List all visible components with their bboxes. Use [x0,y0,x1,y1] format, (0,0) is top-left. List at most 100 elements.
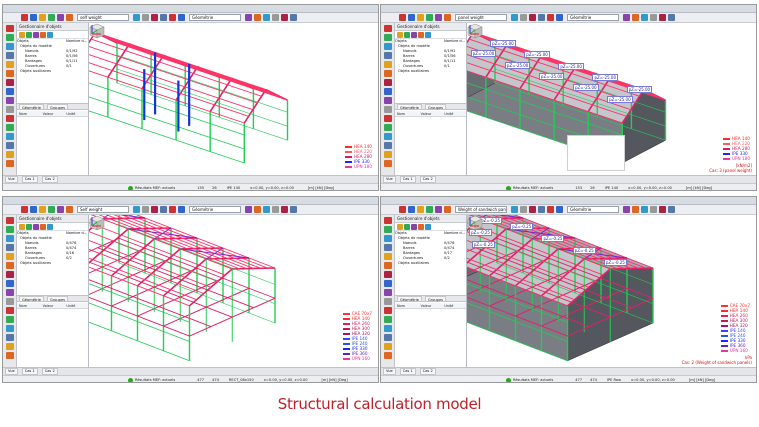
toolbar-tool-icon[interactable] [39,206,46,213]
tree-item[interactable]: Objets auxiliaires [395,261,466,266]
toolbar-tool-icon[interactable] [623,14,630,21]
palette-tool-icon[interactable] [5,43,14,50]
palette-tool-icon[interactable] [383,52,392,59]
palette-tool-icon[interactable] [5,106,14,113]
model-viewport[interactable]: pZ=-25.00 pZ=-25.00 pZ=-25.00 pZ=-25.00 pZ=-… [467,23,756,175]
toolbar-tool-icon[interactable] [547,14,554,21]
view-tab[interactable]: Cas 2 [419,368,436,375]
palette-tool-icon[interactable] [383,61,392,68]
toolbar-tool-icon[interactable] [290,14,297,21]
panel-tool-icon[interactable] [26,32,32,38]
palette-tool-icon[interactable] [5,25,14,32]
panel-tool-icon[interactable] [47,32,53,38]
palette-tool-icon[interactable] [5,52,14,59]
palette-tool-icon[interactable] [383,70,392,77]
palette-tool-icon[interactable] [383,271,392,278]
palette-tool-icon[interactable] [5,334,14,341]
toolbar-tool-icon[interactable] [290,206,297,213]
view-mode-combo[interactable]: Géométrie [567,14,619,21]
toolbar-tool-icon[interactable] [133,14,140,21]
palette-tool-icon[interactable] [383,325,392,332]
palette-tool-icon[interactable] [5,151,14,158]
palette-tool-icon[interactable] [5,352,14,359]
palette-tool-icon[interactable] [383,289,392,296]
palette-tool-icon[interactable] [383,334,392,341]
toolbar-tool-icon[interactable] [151,14,158,21]
toolbar-tool-icon[interactable] [66,206,73,213]
panel-tab[interactable]: Géométrie [397,104,423,110]
palette-tool-icon[interactable] [383,217,392,224]
palette-tool-icon[interactable] [5,262,14,269]
panel-tool-icon[interactable] [19,32,25,38]
toolbar-tool-icon[interactable] [254,14,261,21]
toolbar-tool-icon[interactable] [556,206,563,213]
palette-tool-icon[interactable] [383,124,392,131]
palette-tool-icon[interactable] [383,244,392,251]
model-viewport[interactable]: HEA 140 HEA 220 HEA 280 IPE 330 UPN 180 [89,23,378,175]
palette-tool-icon[interactable] [5,70,14,77]
panel-tool-icon[interactable] [404,32,410,38]
toolbar-tool-icon[interactable] [435,14,442,21]
panel-tool-icon[interactable] [47,224,53,230]
toolbar-tool-icon[interactable] [641,14,648,21]
palette-tool-icon[interactable] [5,244,14,251]
panel-tool-icon[interactable] [26,224,32,230]
toolbar-tool-icon[interactable] [632,206,639,213]
palette-tool-icon[interactable] [383,79,392,86]
toolbar-tool-icon[interactable] [178,14,185,21]
palette-tool-icon[interactable] [383,151,392,158]
toolbar-tool-icon[interactable] [444,14,451,21]
toolbar-tool-icon[interactable] [408,14,415,21]
toolbar-tool-icon[interactable] [641,206,648,213]
toolbar-tool-icon[interactable] [21,206,28,213]
toolbar-tool-icon[interactable] [21,14,28,21]
palette-tool-icon[interactable] [5,142,14,149]
toolbar-tool-icon[interactable] [39,14,46,21]
toolbar-tool-icon[interactable] [57,206,64,213]
view-tab[interactable]: Cas 2 [419,176,436,183]
palette-tool-icon[interactable] [5,316,14,323]
toolbar-tool-icon[interactable] [650,14,657,21]
palette-tool-icon[interactable] [5,133,14,140]
load-case-combo[interactable]: Weight of sandwich panels [455,206,507,213]
palette-tool-icon[interactable] [383,262,392,269]
toolbar-tool-icon[interactable] [659,206,666,213]
panel-tool-icon[interactable] [425,224,431,230]
toolbar-tool-icon[interactable] [511,206,518,213]
panel-tool-icon[interactable] [411,32,417,38]
palette-tool-icon[interactable] [383,352,392,359]
palette-tool-icon[interactable] [383,160,392,167]
palette-tool-icon[interactable] [5,253,14,260]
palette-tool-icon[interactable] [5,289,14,296]
palette-tool-icon[interactable] [383,298,392,305]
panel-tab[interactable]: Groupes [47,296,69,302]
toolbar-tool-icon[interactable] [623,206,630,213]
palette-tool-icon[interactable] [383,115,392,122]
toolbar-tool-icon[interactable] [30,14,37,21]
view-tab[interactable]: Cas 1 [399,176,416,183]
palette-tool-icon[interactable] [5,97,14,104]
toolbar-tool-icon[interactable] [556,14,563,21]
toolbar-tool-icon[interactable] [511,14,518,21]
toolbar-tool-icon[interactable] [57,14,64,21]
panel-tool-icon[interactable] [418,224,424,230]
view-tab[interactable]: Cas 1 [21,176,38,183]
toolbar-tool-icon[interactable] [426,14,433,21]
palette-tool-icon[interactable] [5,160,14,167]
palette-tool-icon[interactable] [383,307,392,314]
toolbar-tool-icon[interactable] [529,206,536,213]
tree-item[interactable]: Objets auxiliaires [395,69,466,74]
toolbar-tool-icon[interactable] [668,206,675,213]
palette-tool-icon[interactable] [5,307,14,314]
palette-tool-icon[interactable] [383,343,392,350]
toolbar-tool-icon[interactable] [538,14,545,21]
panel-tab[interactable]: Géométrie [397,296,423,302]
toolbar-tool-icon[interactable] [399,206,406,213]
view-mode-combo[interactable]: Géométrie [567,206,619,213]
view-tab[interactable]: Cas 2 [41,176,58,183]
panel-tool-icon[interactable] [425,32,431,38]
toolbar-tool-icon[interactable] [151,206,158,213]
toolbar-tool-icon[interactable] [529,14,536,21]
toolbar-tool-icon[interactable] [142,14,149,21]
load-case-combo[interactable]: panel weight [455,14,507,21]
